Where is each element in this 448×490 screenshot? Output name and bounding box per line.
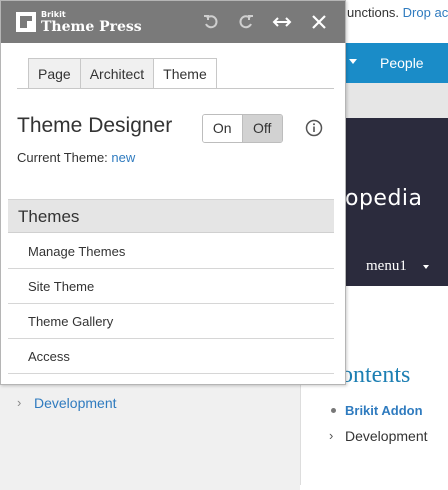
menu-item-access[interactable]: Access bbox=[8, 339, 334, 374]
current-theme-line: Current Theme: new bbox=[17, 150, 135, 165]
toggle-on-option[interactable]: On bbox=[203, 115, 243, 142]
logo-product-name: Theme Press bbox=[41, 19, 142, 35]
background-intro-text: unctions. Drop ac bbox=[347, 5, 448, 20]
toc-bullet-icon bbox=[331, 408, 336, 413]
tab-architect[interactable]: Architect bbox=[79, 58, 155, 89]
menu-item-theme-gallery[interactable]: Theme Gallery bbox=[8, 304, 334, 339]
current-theme-value[interactable]: new bbox=[111, 150, 135, 165]
menu-item-label: Theme Gallery bbox=[28, 314, 114, 329]
menu-item-site-theme[interactable]: Site Theme bbox=[8, 269, 334, 304]
hero-menu-caret-icon[interactable] bbox=[423, 265, 429, 269]
background-intro-fragment: unctions. bbox=[347, 5, 400, 20]
site-brand-text: opedia bbox=[345, 186, 423, 211]
contents-heading: ontents bbox=[341, 362, 411, 388]
undo-icon[interactable] bbox=[200, 11, 222, 33]
panel-tabs: Page Architect Theme bbox=[28, 58, 217, 89]
brikit-logo-icon bbox=[16, 12, 36, 32]
hero-menu-item[interactable]: menu1 bbox=[366, 258, 407, 275]
toc-link-brikit-addon[interactable]: Brikit Addon bbox=[345, 403, 423, 418]
toc-expand-chevron-icon[interactable]: › bbox=[329, 428, 333, 443]
themes-section-header: Themes bbox=[8, 199, 334, 233]
info-icon[interactable] bbox=[305, 119, 323, 137]
tab-theme[interactable]: Theme bbox=[153, 58, 217, 89]
tree-item-development[interactable]: Development bbox=[34, 395, 117, 411]
tab-page[interactable]: Page bbox=[28, 58, 81, 89]
themes-section-title: Themes bbox=[18, 207, 80, 226]
logo-brand-small: Brikit bbox=[41, 10, 66, 19]
menu-item-label: Site Theme bbox=[28, 279, 95, 294]
nav-item-people[interactable]: People bbox=[380, 55, 424, 71]
toggle-off-option[interactable]: Off bbox=[242, 115, 282, 142]
panel-heading: Theme Designer bbox=[17, 114, 173, 137]
menu-item-label: Manage Themes bbox=[28, 244, 126, 259]
background-strip bbox=[345, 83, 448, 118]
panel-titlebar[interactable]: Brikit Theme Press bbox=[1, 1, 345, 43]
redo-icon[interactable] bbox=[235, 11, 257, 33]
theme-designer-toggle[interactable]: On Off bbox=[202, 114, 283, 143]
background-hero-banner: opedia menu1 bbox=[345, 118, 448, 286]
menu-item-manage-themes[interactable]: Manage Themes bbox=[8, 234, 334, 269]
menu-item-label: Access bbox=[28, 349, 70, 364]
toc-item-development[interactable]: Development bbox=[345, 428, 428, 444]
close-icon[interactable] bbox=[308, 11, 330, 33]
theme-press-panel: Brikit Theme Press Page Architect Theme … bbox=[0, 0, 346, 385]
tabs-divider bbox=[17, 88, 334, 89]
expand-horizontal-icon[interactable] bbox=[271, 11, 293, 33]
background-drop-link[interactable]: Drop ac bbox=[403, 5, 448, 20]
tree-expand-chevron-icon[interactable]: › bbox=[17, 395, 21, 410]
background-nav-bar: People bbox=[345, 43, 448, 83]
current-theme-label: Current Theme: bbox=[17, 150, 108, 165]
nav-dropdown-caret-icon[interactable] bbox=[349, 59, 357, 64]
